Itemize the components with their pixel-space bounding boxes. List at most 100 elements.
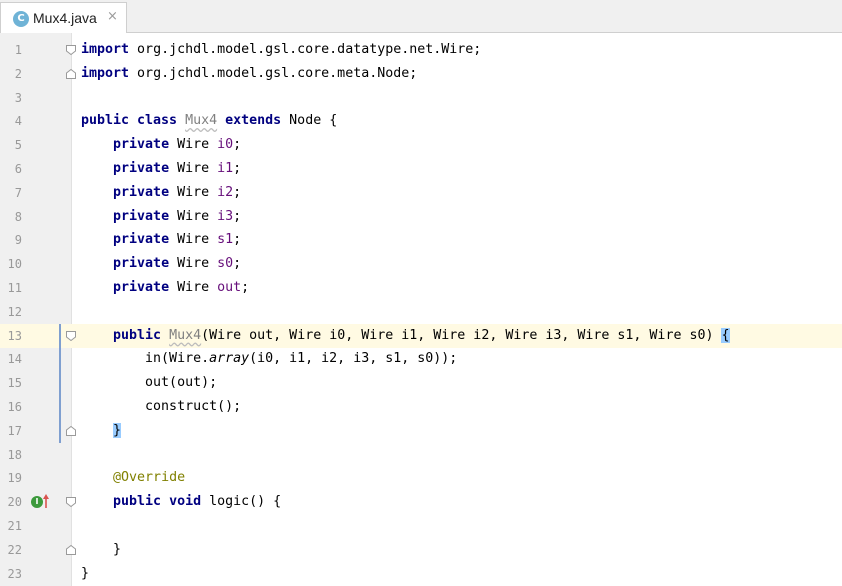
code-line[interactable]: 3 [0, 86, 842, 110]
code-line[interactable]: 16 construct(); [0, 395, 842, 419]
code-token-brace: } [113, 422, 122, 438]
fold-end-icon[interactable] [66, 425, 76, 436]
code-token-ital: array [209, 351, 250, 367]
code-token-kw: import [81, 65, 130, 81]
code-line[interactable]: 5 private Wire i0; [0, 133, 842, 157]
fold-collapse-icon[interactable] [66, 330, 76, 341]
code-token-plain: ; [233, 232, 242, 248]
close-icon[interactable]: × [107, 9, 118, 24]
code-token-plain: ; [233, 184, 242, 200]
line-number: 17 [7, 423, 22, 438]
code-line[interactable]: 1 import org.jchdl.model.gsl.core.datatyp… [0, 38, 842, 62]
code-line[interactable]: 7 private Wire i2; [0, 181, 842, 205]
line-number: 21 [7, 519, 22, 533]
code-line[interactable]: 6 private Wire i1; [0, 157, 842, 181]
code-line[interactable]: 12 [0, 300, 842, 324]
code-token-plain: ; [241, 280, 250, 295]
code-token-plain: (Wire out, Wire i0, Wire i1, Wire i2, Wi… [201, 327, 722, 343]
code-token-plain: logic() { [201, 494, 282, 510]
code-text: private Wire i2; [81, 181, 241, 205]
tab-mux4-java[interactable]: C Mux4.java × [0, 2, 127, 33]
code-token-plain: org.jchdl.model.gsl.core.datatype.net.Wi… [129, 42, 482, 57]
code-token-fld: s1 [217, 232, 234, 248]
code-token-kw: public void [113, 494, 202, 510]
code-line[interactable]: 19 @Override [0, 466, 842, 490]
code-line[interactable]: 17 } [0, 419, 842, 443]
code-line[interactable]: 11 private Wire out; [0, 276, 842, 300]
tab-title: Mux4.java [33, 10, 97, 26]
line-number: 22 [7, 542, 22, 557]
code-editor[interactable]: 1 import org.jchdl.model.gsl.core.datatyp… [0, 33, 842, 586]
line-number: 10 [7, 257, 22, 272]
code-token-plain: Wire [169, 280, 218, 295]
code-text: import org.jchdl.model.gsl.core.meta.Nod… [81, 62, 417, 86]
code-line[interactable]: 23} [0, 562, 842, 586]
editor-tab-bar: C Mux4.java × [0, 0, 842, 33]
line-number: 13 [7, 328, 22, 343]
code-text: in(Wire.array(i0, i1, i2, i3, s1, s0)); [81, 347, 457, 371]
code-text: private Wire i1; [81, 157, 241, 181]
code-token-kw: private [113, 208, 170, 224]
code-token-plain: Wire [169, 208, 218, 224]
code-token-kw: private [113, 161, 170, 176]
code-token-kw: private [113, 256, 170, 272]
code-token-kw: extends [225, 113, 282, 129]
line-number: 15 [7, 376, 22, 391]
fold-collapse-icon[interactable] [66, 45, 76, 55]
code-line[interactable]: 22 } [0, 538, 842, 562]
code-token-unused: Mux4 [169, 327, 202, 343]
line-number: 11 [7, 281, 22, 295]
code-token-plain: construct(); [81, 399, 242, 414]
code-token-plain: org.jchdl.model.gsl.core.meta.Node; [129, 65, 418, 81]
code-text: public void logic() { [81, 490, 281, 514]
code-token-kw: private [113, 137, 170, 153]
code-text: private Wire i3; [81, 205, 241, 229]
code-token-plain: Wire [169, 161, 218, 176]
line-number: 16 [7, 400, 22, 414]
code-line[interactable]: 2 import org.jchdl.model.gsl.core.meta.No… [0, 62, 842, 86]
code-token-plain: } [81, 541, 122, 557]
code-line[interactable]: 20 public void logic() { [0, 490, 842, 514]
line-number: 4 [14, 114, 22, 129]
code-text: private Wire s0; [81, 252, 241, 276]
code-line[interactable]: 21 [0, 514, 842, 538]
line-number: 7 [14, 185, 22, 200]
code-token-plain: in(Wire. [81, 351, 210, 367]
code-line[interactable]: 10 private Wire s0; [0, 252, 842, 276]
code-token-kw: private [113, 280, 170, 295]
code-line[interactable]: 4 public class Mux4 extends Node { [0, 109, 842, 133]
code-token-fld: i2 [217, 184, 234, 200]
code-token-kw: import [81, 42, 130, 57]
line-number: 9 [14, 233, 22, 248]
fold-end-icon[interactable] [66, 68, 76, 79]
code-line[interactable]: 14 in(Wire.array(i0, i1, i2, i3, s1, s0)… [0, 347, 842, 371]
arrow-up-icon[interactable] [42, 493, 50, 509]
code-line[interactable]: 9 private Wire s1; [0, 228, 842, 252]
fold-end-icon[interactable] [66, 544, 76, 555]
code-token-plain: Wire [169, 256, 218, 272]
code-line[interactable]: 18 [0, 443, 842, 467]
code-token-plain: out(out); [81, 375, 218, 391]
code-token-fld: i1 [217, 161, 234, 176]
fold-collapse-icon[interactable] [66, 497, 76, 508]
code-line[interactable]: 13 public Mux4(Wire out, Wire i0, Wire i… [0, 323, 842, 348]
code-text: import org.jchdl.model.gsl.core.datatype… [81, 38, 481, 62]
code-text: private Wire out; [81, 276, 249, 300]
code-text: public class Mux4 extends Node { [81, 109, 337, 133]
code-token-fld: i3 [217, 208, 234, 224]
code-line[interactable]: 8 private Wire i3; [0, 205, 842, 229]
code-token-kw: public class [81, 113, 186, 129]
line-number: 19 [7, 471, 22, 486]
code-line[interactable]: 15 out(out); [0, 371, 842, 395]
java-class-icon: C [13, 11, 29, 27]
code-text: } [81, 419, 122, 443]
line-number: 14 [7, 352, 22, 367]
